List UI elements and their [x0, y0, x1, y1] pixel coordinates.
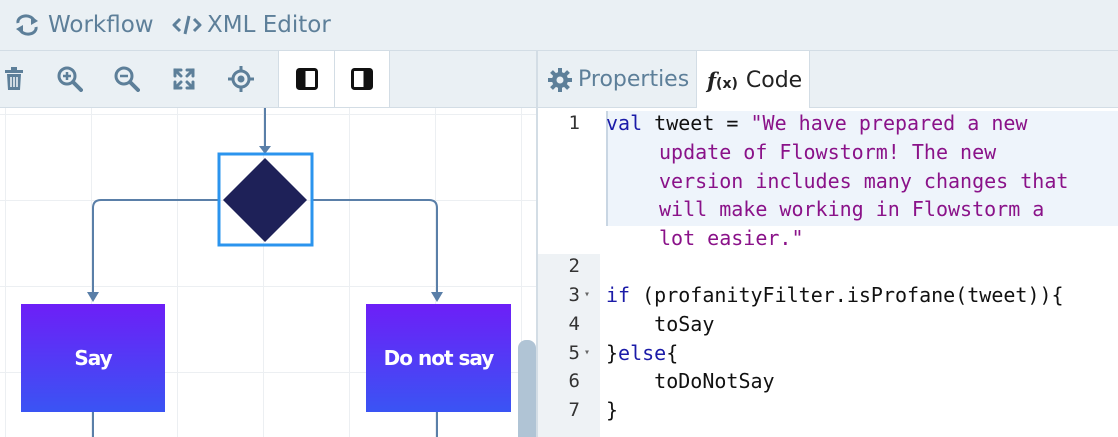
function-icon-f: f	[707, 67, 717, 93]
keyword: else	[618, 341, 667, 365]
fold-marker-icon[interactable]: ▾	[584, 289, 590, 300]
center-view-button[interactable]	[227, 51, 255, 107]
do-not-say-node[interactable]: Do not say	[366, 304, 511, 412]
code-line-1: val tweet = "We have prepared a new	[606, 111, 1027, 135]
xml-editor-label: XML Editor	[207, 12, 331, 38]
zoom-out-button[interactable]	[113, 51, 141, 107]
right-pane-tabs: Properties f(x) Code	[538, 51, 1118, 109]
canvas-toolbar	[0, 51, 536, 108]
zoom-out-icon	[114, 66, 140, 92]
code-editor[interactable]: 1 2 3 ▾ 4 5 ▾ 6 7 val tweet = "We have p…	[538, 108, 1118, 437]
condition: (profanityFilter.isProfane(tweet)){	[630, 283, 1064, 307]
workflow-canvas[interactable]: Say Do not say	[0, 108, 536, 437]
code-brackets-icon	[172, 15, 202, 35]
gear-icon	[548, 67, 572, 92]
toggle-left-panel-button[interactable]	[278, 51, 334, 107]
zoom-in-icon	[57, 66, 83, 92]
delete-button[interactable]	[0, 51, 28, 107]
top-navigation: Workflow XML Editor	[0, 0, 1118, 51]
tab-properties[interactable]: Properties	[548, 51, 689, 108]
xml-editor-tab[interactable]: XML Editor	[172, 0, 331, 50]
code-line-6: toDoNotSay	[606, 369, 775, 393]
code-line-4: toSay	[606, 312, 715, 336]
line-number: 6	[568, 370, 580, 392]
brace: {	[666, 341, 679, 365]
zoom-in-button[interactable]	[56, 51, 84, 107]
code-line-3: if (profanityFilter.isProfane(tweet)){	[606, 283, 1064, 307]
line-number-gutter: 1 2 3 ▾ 4 5 ▾ 6 7	[538, 108, 600, 437]
say-node-label: Say	[74, 346, 112, 370]
keyword: if	[606, 283, 631, 307]
refresh-arrows-icon	[16, 14, 38, 36]
tab-code[interactable]: f(x) Code	[696, 51, 810, 109]
trash-icon	[5, 67, 23, 90]
keyword: val	[606, 111, 643, 135]
fit-view-button[interactable]	[170, 51, 198, 107]
line-number: 4	[568, 313, 580, 335]
do-not-say-node-label: Do not say	[383, 346, 495, 370]
identifier: tweet =	[642, 111, 751, 135]
code-line-1-wrap: will make working in Flowstorm a	[659, 197, 1045, 221]
string-literal: "We have prepared a new	[750, 111, 1028, 135]
left-panel-icon	[295, 68, 318, 90]
toggle-right-panel-button[interactable]	[334, 51, 390, 107]
decision-node[interactable]	[223, 158, 307, 242]
code-line-7: }	[606, 398, 619, 422]
tab-properties-label: Properties	[578, 67, 690, 92]
do-not-say-connector	[312, 199, 438, 292]
code-line-1-wrap: version includes many changes that	[659, 169, 1069, 193]
right-panel-icon	[351, 68, 373, 90]
canvas-scrollbar[interactable]	[518, 340, 536, 437]
function-icon: f(x)	[707, 68, 738, 93]
code-line-1-wrap: update of Flowstorm! The new	[659, 140, 997, 164]
line-number: 2	[568, 255, 580, 277]
fold-marker-icon[interactable]: ▾	[584, 347, 590, 358]
say-arrowhead	[87, 292, 99, 302]
line-number: 7	[568, 399, 580, 421]
code-line-5: }else{	[606, 341, 678, 365]
code-line-1-wrap: lot easier."	[659, 226, 804, 250]
tab-code-label: Code	[745, 67, 803, 93]
line-number: 3	[568, 284, 580, 306]
workflow-label: Workflow	[48, 12, 154, 38]
line-number: 1	[568, 112, 580, 134]
do-not-say-arrowhead	[431, 292, 443, 302]
workflow-tab[interactable]: Workflow	[14, 0, 154, 50]
crosshair-icon	[228, 66, 254, 92]
function-icon-x: (x)	[716, 75, 738, 92]
say-node[interactable]: Say	[21, 304, 165, 412]
fit-view-icon	[173, 68, 195, 90]
brace: }	[606, 341, 619, 365]
say-connector	[92, 199, 219, 292]
line-number: 5	[568, 342, 580, 364]
